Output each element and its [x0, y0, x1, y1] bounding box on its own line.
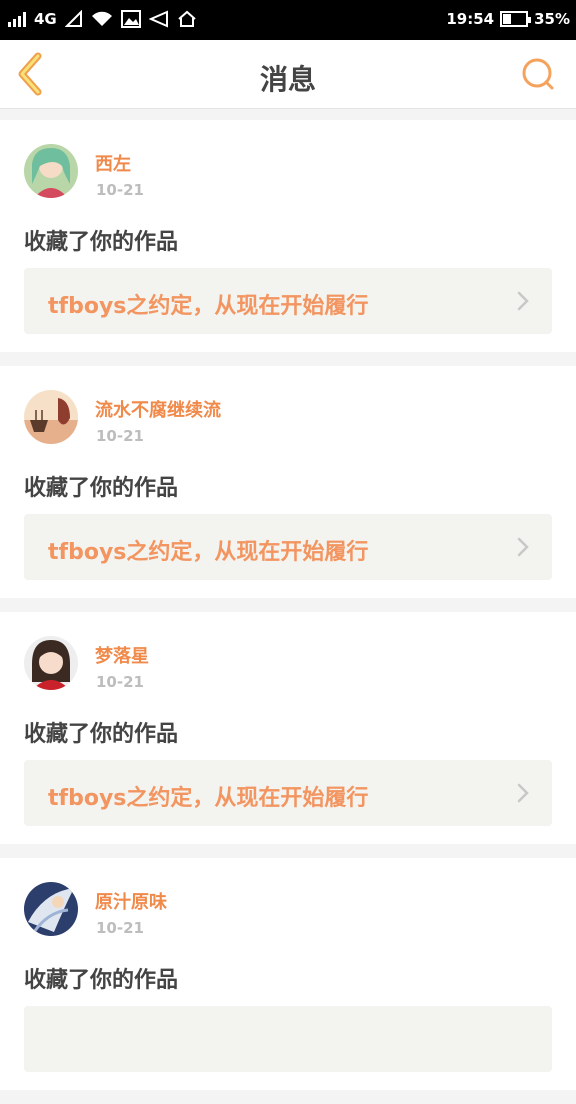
clock: 19:54	[446, 10, 495, 28]
user-name[interactable]: 流水不腐继续流	[95, 396, 221, 422]
avatar[interactable]	[24, 636, 78, 690]
message-item: 西左 10-21 收藏了你的作品 tfboys之约定，从现在开始履行	[0, 120, 576, 352]
work-title: tfboys之约定，从现在开始履行	[48, 540, 369, 565]
user-name[interactable]: 梦落星	[95, 642, 149, 668]
signal-icon	[8, 11, 26, 27]
work-title: tfboys之约定，从现在开始履行	[48, 294, 369, 319]
battery-icon	[500, 11, 532, 27]
chevron-right-icon	[517, 783, 529, 803]
search-button[interactable]	[520, 56, 556, 92]
user-name[interactable]: 原汁原味	[95, 888, 167, 914]
message-item: 流水不腐继续流 10-21 收藏了你的作品 tfboys之约定，从现在开始履行	[0, 366, 576, 598]
image-notification-icon	[120, 10, 141, 28]
action-text: 收藏了你的作品	[24, 230, 179, 255]
avatar[interactable]	[24, 144, 78, 198]
status-bar: 4G 19:54 35%	[0, 0, 576, 40]
no-sim-icon	[64, 10, 82, 27]
user-name[interactable]: 西左	[95, 150, 131, 176]
message-date: 10-21	[96, 673, 144, 691]
action-text: 收藏了你的作品	[24, 476, 179, 501]
network-type: 4G	[34, 10, 57, 28]
action-text: 收藏了你的作品	[24, 968, 179, 993]
message-date: 10-21	[96, 919, 144, 937]
avatar[interactable]	[24, 882, 78, 936]
chevron-right-icon	[517, 291, 529, 311]
message-item: 梦落星 10-21 收藏了你的作品 tfboys之约定，从现在开始履行	[0, 612, 576, 844]
message-list: 西左 10-21 收藏了你的作品 tfboys之约定，从现在开始履行 流水不腐继…	[0, 120, 576, 1104]
message-date: 10-21	[96, 427, 144, 445]
message-item: 原汁原味 10-21 收藏了你的作品	[0, 858, 576, 1090]
work-link[interactable]: tfboys之约定，从现在开始履行	[24, 268, 552, 334]
top-nav-bar: 消息	[0, 40, 576, 109]
send-notification-icon	[148, 10, 168, 28]
search-icon	[522, 58, 554, 90]
action-text: 收藏了你的作品	[24, 722, 179, 747]
page-title: 消息	[259, 63, 316, 96]
work-link[interactable]	[24, 1006, 552, 1072]
wifi-icon	[91, 11, 112, 26]
chevron-right-icon	[517, 537, 529, 557]
avatar[interactable]	[24, 390, 78, 444]
work-link[interactable]: tfboys之约定，从现在开始履行	[24, 514, 552, 580]
message-date: 10-21	[96, 181, 144, 199]
work-title: tfboys之约定，从现在开始履行	[48, 786, 369, 811]
home-notification-icon	[178, 10, 196, 27]
battery-percent: 35%	[534, 10, 570, 28]
work-link[interactable]: tfboys之约定，从现在开始履行	[24, 760, 552, 826]
